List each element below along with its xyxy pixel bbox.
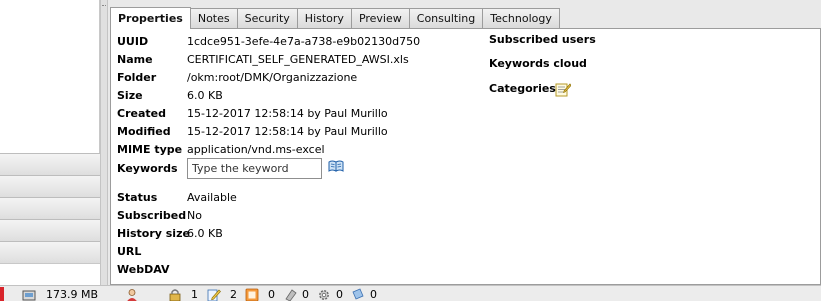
- stack-panel-header[interactable]: [0, 219, 100, 241]
- splitter-grip-icon: [102, 0, 106, 6]
- categories-heading: Categories: [489, 82, 556, 95]
- tab-properties[interactable]: Properties: [110, 7, 191, 29]
- user-icon[interactable]: [125, 288, 139, 301]
- keyword-input[interactable]: [187, 158, 322, 179]
- property-label: History size: [117, 227, 190, 240]
- property-row-keywords: Keywords: [117, 158, 357, 182]
- history-size-value: 6.0 KB: [187, 227, 223, 240]
- keywords-cloud-heading: Keywords cloud: [489, 57, 587, 70]
- thesaurus-book-icon[interactable]: [328, 160, 344, 172]
- news-count: 0: [302, 288, 309, 301]
- workflows-count: 0: [336, 288, 343, 301]
- created-value: 15-12-2017 12:58:14 by Paul Murillo: [187, 107, 388, 120]
- messages-count: 0: [370, 288, 377, 301]
- subscribed-count: 0: [268, 288, 275, 301]
- uuid-value: 1cdce951-3efe-4e7a-a738-e9b02130d750: [187, 35, 421, 48]
- size-value: 6.0 KB: [187, 89, 223, 102]
- checkout-edit-icon[interactable]: [207, 288, 221, 301]
- vertical-splitter[interactable]: [100, 0, 108, 285]
- navigator-stack: [0, 153, 100, 263]
- locked-count: 1: [191, 288, 198, 301]
- alert-indicator-icon: [0, 287, 4, 301]
- folder-value[interactable]: /okm:root/DMK/Organizzazione: [187, 71, 357, 84]
- subscribed-users-heading: Subscribed users: [489, 33, 596, 46]
- tab-history[interactable]: History: [296, 8, 352, 29]
- tab-notes[interactable]: Notes: [189, 8, 238, 29]
- workflow-gear-icon[interactable]: [317, 288, 331, 301]
- property-label: Size: [117, 89, 143, 102]
- news-icon[interactable]: [284, 288, 298, 301]
- navigator-footer: [0, 263, 100, 285]
- subscribed-value: No: [187, 209, 202, 222]
- property-label: Created: [117, 107, 166, 120]
- tab-preview[interactable]: Preview: [350, 8, 410, 29]
- property-label: MIME type: [117, 143, 183, 156]
- stack-panel-header[interactable]: [0, 197, 100, 219]
- property-label: WebDAV: [117, 263, 170, 276]
- status-value: Available: [187, 191, 237, 204]
- property-label: Status: [117, 191, 158, 204]
- property-label: UUID: [117, 35, 149, 48]
- tab-security[interactable]: Security: [236, 8, 298, 29]
- subscription-icon[interactable]: [245, 288, 259, 301]
- checkout-count: 2: [230, 288, 237, 301]
- lock-icon[interactable]: [168, 288, 182, 301]
- property-label: Folder: [117, 71, 157, 84]
- modified-value: 15-12-2017 12:58:14 by Paul Murillo: [187, 125, 388, 138]
- categories-row: Categories: [489, 82, 579, 100]
- navigator-pane: [0, 0, 100, 285]
- status-bar: 173.9 MB 1 2 0 0 0 0: [0, 285, 821, 301]
- mime-value: application/vnd.ms-excel: [187, 143, 325, 156]
- property-label: Name: [117, 53, 153, 66]
- name-value: CERTIFICATI_SELF_GENERATED_AWSI.xls: [187, 53, 409, 66]
- property-label: Keywords: [117, 162, 178, 175]
- stack-panel-header[interactable]: [0, 175, 100, 197]
- messages-icon[interactable]: [351, 288, 365, 301]
- tab-bar: Properties Notes Security History Previe…: [110, 7, 560, 29]
- properties-content: UUID 1cdce951-3efe-4e7a-a738-e9b02130d75…: [110, 28, 821, 285]
- tab-consulting[interactable]: Consulting: [408, 8, 484, 29]
- document-properties-panel: Properties Notes Security History Previe…: [108, 0, 821, 285]
- property-label: Modified: [117, 125, 171, 138]
- memory-icon: [22, 290, 36, 301]
- memory-usage: 173.9 MB: [46, 288, 99, 301]
- property-label: Subscribed: [117, 209, 187, 222]
- stack-panel-header[interactable]: [0, 153, 100, 175]
- stack-panel-header[interactable]: [0, 241, 100, 263]
- tab-technology[interactable]: Technology: [482, 8, 560, 29]
- property-label: URL: [117, 245, 142, 258]
- add-category-icon[interactable]: [555, 81, 571, 97]
